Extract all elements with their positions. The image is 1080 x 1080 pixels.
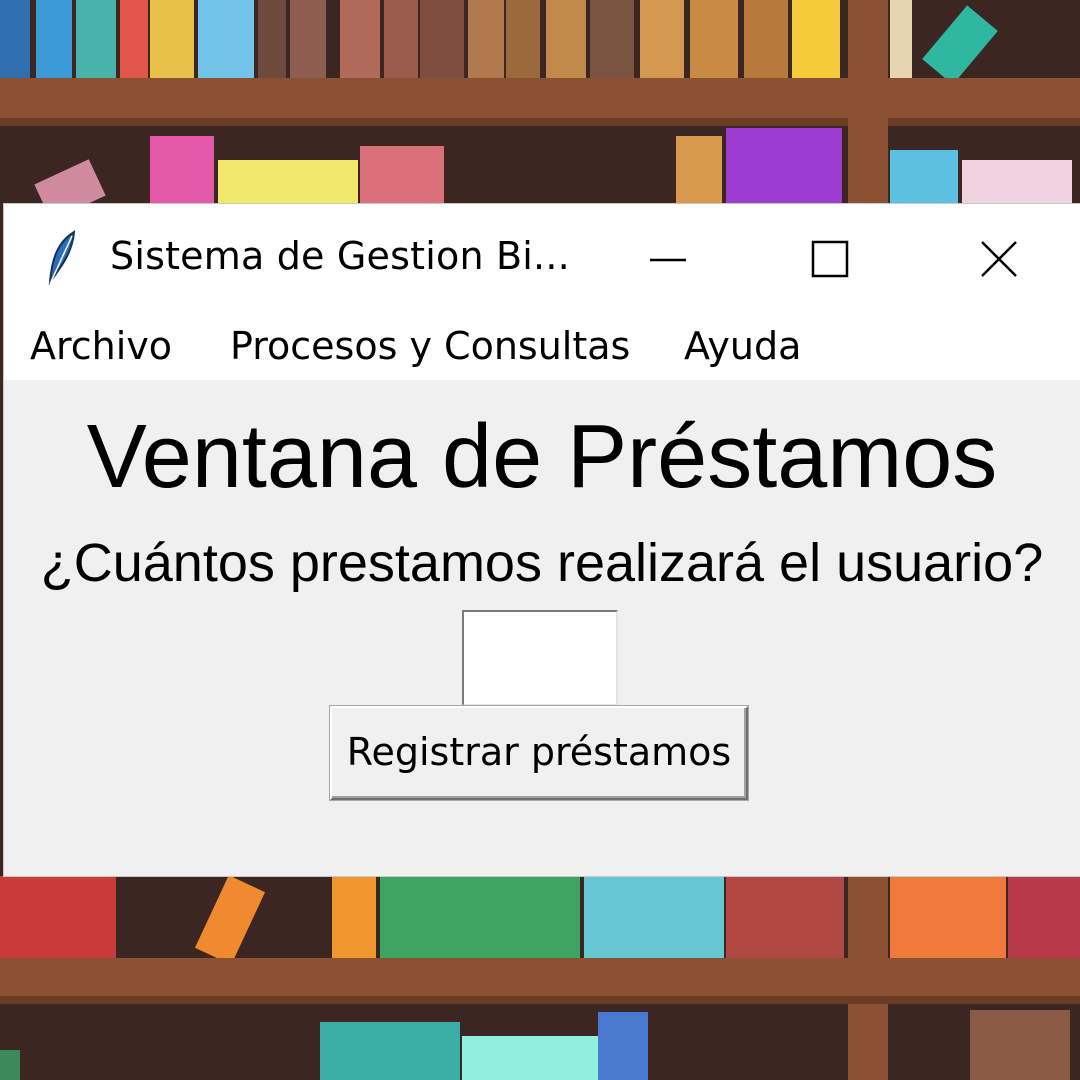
close-icon	[981, 241, 1017, 277]
window-title: Sistema de Gestion Bi...	[110, 234, 570, 278]
window-content: Ventana de Préstamos ¿Cuántos prestamos …	[4, 380, 1080, 876]
loan-count-label: ¿Cuántos prestamos realizará el usuario?	[40, 533, 1044, 593]
feather-icon	[48, 230, 76, 286]
minimize-button[interactable]	[624, 222, 714, 292]
minimize-icon	[650, 258, 686, 262]
menu-archivo[interactable]: Archivo	[30, 324, 172, 368]
menu-ayuda[interactable]: Ayuda	[684, 324, 801, 368]
loan-count-input[interactable]	[462, 610, 618, 706]
close-button[interactable]	[952, 222, 1042, 292]
register-loans-button[interactable]: Registrar préstamos	[330, 706, 748, 800]
menu-procesos-consultas[interactable]: Procesos y Consultas	[230, 324, 630, 368]
page-title: Ventana de Préstamos	[86, 407, 998, 507]
menu-bar: Archivo Procesos y Consultas Ayuda	[4, 310, 1080, 380]
app-window: Sistema de Gestion Bi... Archivo Proceso…	[4, 204, 1080, 876]
maximize-icon	[811, 240, 849, 278]
title-bar[interactable]: Sistema de Gestion Bi...	[4, 204, 1080, 310]
maximize-button[interactable]	[786, 222, 876, 292]
